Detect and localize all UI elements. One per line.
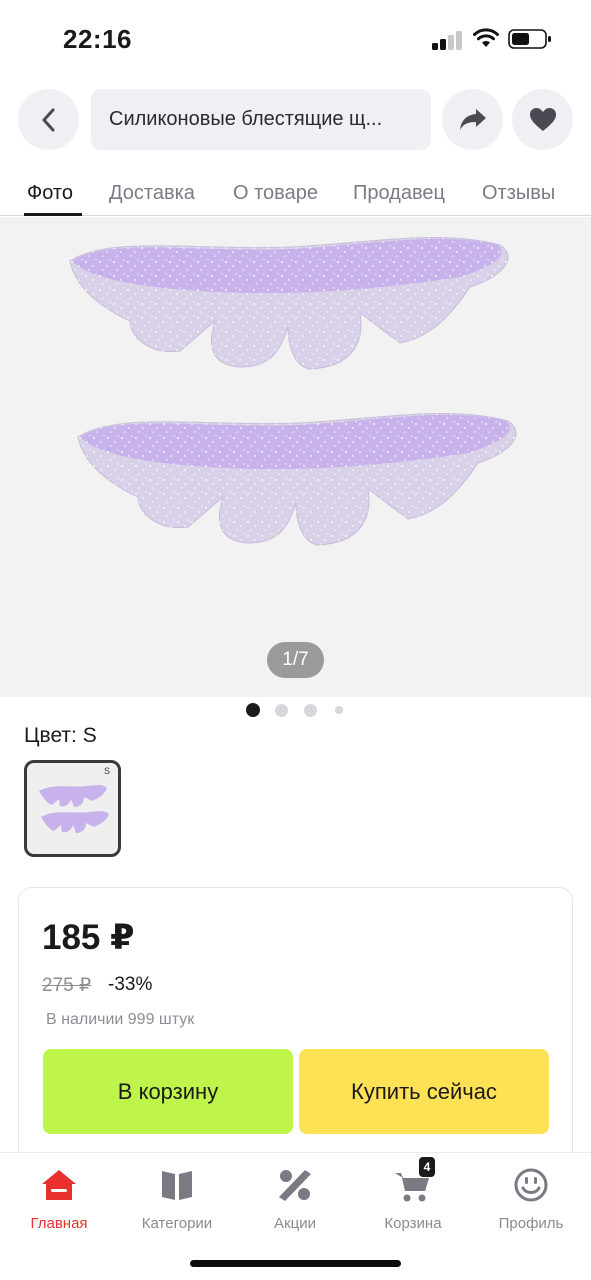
tab-seller[interactable]: Продавец [353,182,445,205]
nav-label-categories: Категории [141,1215,213,1232]
status-bar: 22:16 [0,0,591,80]
nav-label-home: Главная [30,1215,88,1232]
share-button[interactable] [442,89,503,150]
product-header: Силиконовые блестящие щ... [0,88,591,152]
back-button[interactable] [18,89,79,150]
current-price: 185 ₽ [42,918,135,957]
color-label: Цвет: S [24,724,97,747]
gallery-pagination-dots [0,703,591,717]
nav-label-profile: Профиль [498,1215,564,1232]
tab-delivery[interactable]: Доставка [109,182,195,205]
old-price: 275 ₽ [42,975,92,996]
product-image [69,237,517,546]
percent-icon [279,1170,311,1201]
nav-cart[interactable]: 4 Корзина [358,1157,468,1232]
book-icon [162,1171,192,1200]
pagination-dot[interactable] [304,704,317,717]
buy-now-button[interactable]: Купить сейчас [299,1049,549,1134]
nav-home[interactable]: Главная [4,1165,114,1232]
pagination-dot[interactable] [275,704,288,717]
battery-icon [508,29,551,49]
tab-reviews[interactable]: Отзывы [482,182,555,205]
chevron-left-icon [42,108,54,131]
image-counter-badge: 1/7 [267,642,324,678]
home-icon [42,1170,76,1200]
swatch-size-label: S [103,766,110,776]
tab-photo[interactable]: Фото [27,182,73,205]
product-title-search-field[interactable]: Силиконовые блестящие щ... [91,89,431,150]
product-tabs: Фото Доставка О товаре Продавец Отзывы [0,170,591,216]
eyelash-pad-bottom [77,413,517,546]
stock-availability: В наличии 999 штук [46,1011,195,1028]
tab-about[interactable]: О товаре [233,182,318,205]
pagination-dot[interactable] [335,706,343,714]
price-card: 185 ₽ 275 ₽ -33% В наличии 999 штук В ко… [18,887,573,1187]
nav-profile[interactable]: Профиль [476,1165,586,1232]
pagination-dot-active[interactable] [246,703,260,717]
home-indicator[interactable] [190,1260,401,1267]
nav-categories[interactable]: Категории [122,1165,232,1232]
cellular-signal-icon [432,30,464,50]
nav-label-cart: Корзина [384,1215,442,1232]
eyelash-pad-top [69,237,509,370]
cart-count-badge: 4 [419,1157,435,1177]
share-arrow-icon [459,108,486,130]
favorite-button[interactable] [512,89,573,150]
add-to-cart-button[interactable]: В корзину [43,1049,293,1134]
color-swatch-s[interactable]: S [24,760,121,857]
nav-label-promotions: Акции [274,1215,316,1232]
status-time: 22:16 [63,24,132,54]
active-tab-indicator [24,213,82,216]
smiley-icon [514,1168,548,1202]
discount-percent: -33% [108,974,153,995]
cart-icon-wrapper: 4 [393,1157,435,1205]
wifi-icon [473,28,499,47]
product-image-gallery[interactable]: 1/7 [0,217,591,697]
swatch-thumbnail [39,785,109,833]
nav-promotions[interactable]: Акции [240,1165,350,1232]
heart-icon [529,107,556,131]
